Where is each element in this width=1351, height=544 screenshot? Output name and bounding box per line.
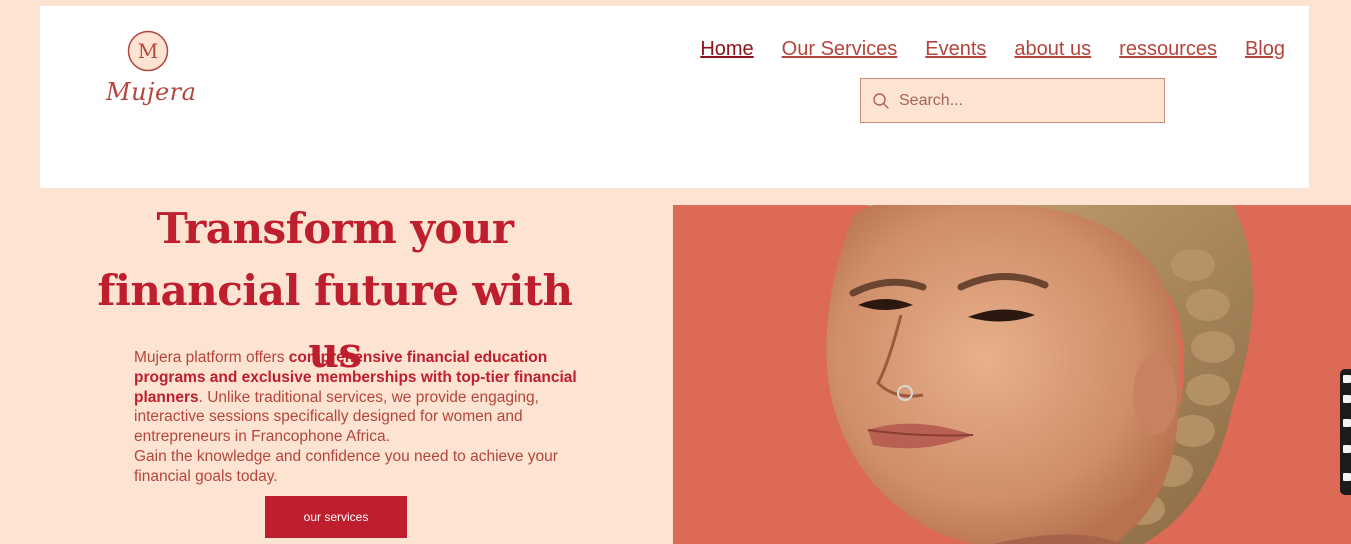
hero-intro: Mujera platform offers bbox=[134, 349, 289, 366]
site-logo[interactable]: M Mujera bbox=[102, 30, 196, 110]
hero-intro-second: Gain the knowledge and confidence you ne… bbox=[134, 447, 558, 485]
copy-icon[interactable] bbox=[1343, 445, 1351, 453]
nav-blog[interactable]: Blog bbox=[1245, 38, 1285, 61]
nav-events[interactable]: Events bbox=[925, 38, 986, 61]
chat-icon[interactable] bbox=[1343, 395, 1351, 403]
hero-image bbox=[673, 205, 1351, 544]
gear-icon[interactable] bbox=[1343, 473, 1351, 481]
logo-monogram-letter: M bbox=[138, 39, 158, 63]
logo-monogram-icon: M bbox=[127, 30, 169, 72]
main-nav: Home Our Services Events about us ressou… bbox=[700, 38, 1285, 61]
brand-name: Mujera bbox=[106, 78, 197, 106]
search-icon bbox=[873, 92, 889, 109]
nav-home[interactable]: Home bbox=[700, 38, 753, 61]
square-icon[interactable] bbox=[1343, 419, 1351, 427]
side-toolbar bbox=[1340, 369, 1351, 495]
search-input[interactable] bbox=[899, 85, 1154, 116]
nav-our-services[interactable]: Our Services bbox=[782, 38, 898, 61]
site-header: M Mujera Home Our Services Events about … bbox=[40, 6, 1309, 188]
hero-portrait-illustration bbox=[673, 205, 1351, 544]
hero-description: Mujera platform offers comprehensive fin… bbox=[134, 348, 582, 487]
our-services-button[interactable]: our services bbox=[265, 496, 407, 538]
hero-title-line-1: Transform your bbox=[156, 204, 514, 253]
nav-ressources[interactable]: ressources bbox=[1119, 38, 1217, 61]
nav-about-us[interactable]: about us bbox=[1014, 38, 1091, 61]
link-icon[interactable] bbox=[1343, 375, 1351, 383]
search-bar[interactable] bbox=[860, 78, 1165, 123]
page: M Mujera Home Our Services Events about … bbox=[0, 0, 1351, 544]
